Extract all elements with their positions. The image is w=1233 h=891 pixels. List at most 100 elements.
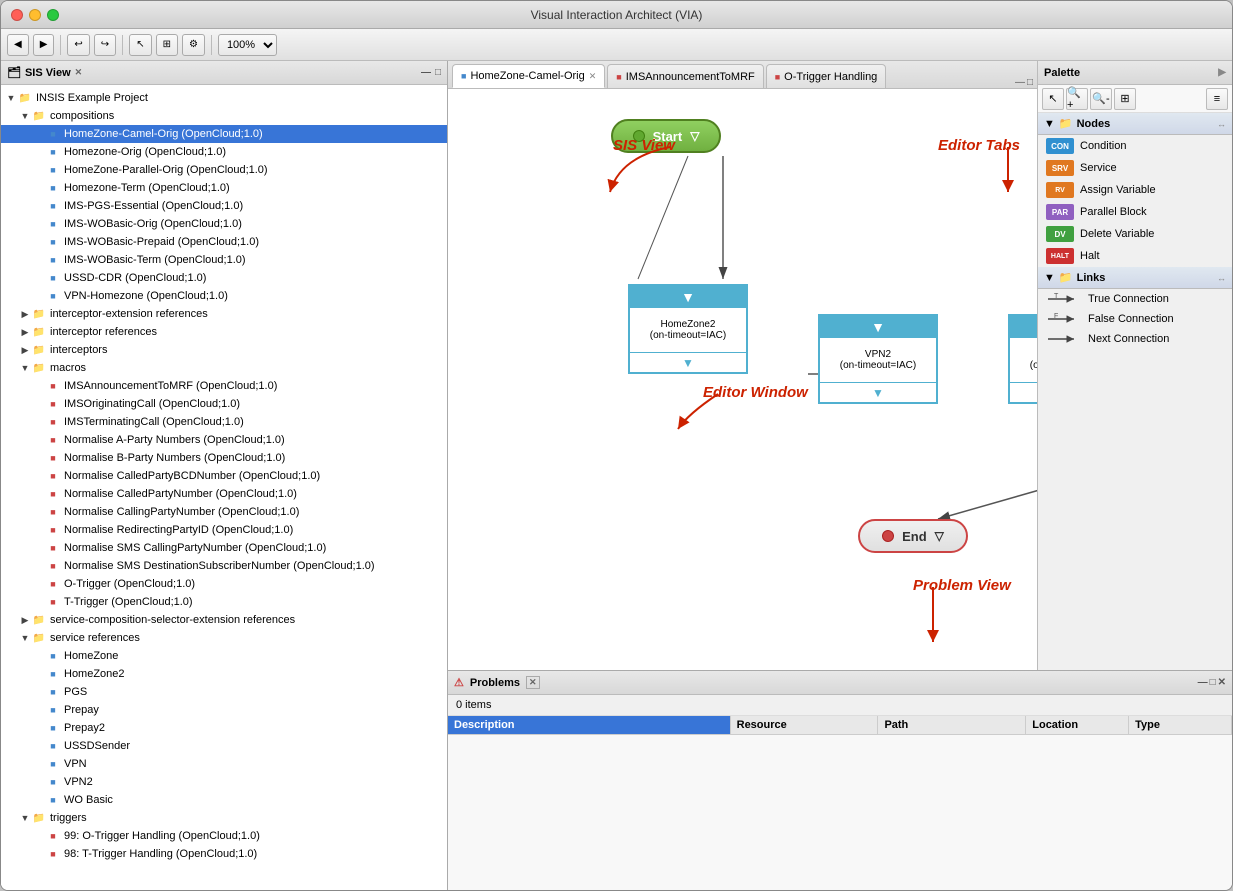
node-prepay2[interactable]: ▼ Prepay2 (on-timeout=IAC) ▼ (1008, 314, 1037, 404)
col-resource[interactable]: Resource (731, 716, 879, 734)
tree-item-homezone-orig[interactable]: ■ Homezone-Orig (OpenCloud;1.0) (1, 143, 447, 161)
problems-tab-close[interactable]: ✕ (526, 676, 540, 689)
tree-o-trigger-handling[interactable]: ■ 99: O-Trigger Handling (OpenCloud;1.0) (1, 827, 447, 845)
node-prepay2-sub: (on-timeout=IAC) (1030, 360, 1037, 371)
window-controls (11, 9, 59, 21)
palette-zoom-out-tool[interactable]: 🔍- (1090, 88, 1112, 110)
node-homezone2[interactable]: ▼ HomeZone2 (on-timeout=IAC) ▼ (628, 284, 748, 374)
tree-root[interactable]: ▼ 📁 INSIS Example Project (1, 89, 447, 107)
tree-item-ims-wobasic-prepaid[interactable]: ■ IMS-WOBasic-Prepaid (OpenCloud;1.0) (1, 233, 447, 251)
tree-item-homezone-term[interactable]: ■ Homezone-Term (OpenCloud;1.0) (1, 179, 447, 197)
node-vpn2[interactable]: ▼ VPN2 (on-timeout=IAC) ▼ (818, 314, 938, 404)
tree-item-ims-wobasic-orig[interactable]: ■ IMS-WOBasic-Orig (OpenCloud;1.0) (1, 215, 447, 233)
tree-norm-sms-dest[interactable]: ■ Normalise SMS DestinationSubscriberNum… (1, 557, 447, 575)
toolbar-settings[interactable]: ⚙ (182, 34, 205, 56)
tree-triggers[interactable]: ▼ 📁 triggers (1, 809, 447, 827)
tab-ims-ann[interactable]: ■ IMSAnnouncementToMRF (607, 64, 763, 88)
tree-norm-calling[interactable]: ■ Normalise CallingPartyNumber (OpenClou… (1, 503, 447, 521)
col-type[interactable]: Type (1129, 716, 1232, 734)
tree-interceptor-ext[interactable]: ▶ 📁 interceptor-extension references (1, 305, 447, 323)
toolbar-back[interactable]: ◀ (7, 34, 29, 56)
sis-minimize-btn[interactable]: — (421, 67, 431, 78)
node-homezone2-footer-arrow: ▼ (682, 356, 694, 370)
tree-compositions[interactable]: ▼ 📁 compositions (1, 107, 447, 125)
tree-item-homezone-camel[interactable]: ■ HomeZone-Camel-Orig (OpenCloud;1.0) (1, 125, 447, 143)
tree-o-trigger[interactable]: ■ O-Trigger (OpenCloud;1.0) (1, 575, 447, 593)
tab-homezone-camel[interactable]: ■ HomeZone-Camel-Orig ✕ (452, 64, 605, 88)
tree-norm-called[interactable]: ■ Normalise CalledPartyNumber (OpenCloud… (1, 485, 447, 503)
tree-item-ims-pgs[interactable]: ■ IMS-PGS-Essential (OpenCloud;1.0) (1, 197, 447, 215)
toolbar-undo[interactable]: ↩ (67, 34, 89, 56)
tab-o-trigger[interactable]: ■ O-Trigger Handling (766, 64, 887, 88)
problems-close-btn[interactable]: ✕ (1218, 677, 1226, 688)
col-path[interactable]: Path (878, 716, 1026, 734)
palette-false-conn[interactable]: F False Connection (1038, 309, 1232, 329)
tree-ims-term[interactable]: ■ IMSTerminatingCall (OpenCloud;1.0) (1, 413, 447, 431)
end-label: End (902, 529, 927, 544)
end-dropdown-icon[interactable]: ▽ (935, 529, 944, 543)
tree-svc-homezone[interactable]: ■ HomeZone (1, 647, 447, 665)
tree-item-ussd[interactable]: ■ USSD-CDR (OpenCloud;1.0) (1, 269, 447, 287)
close-button[interactable] (11, 9, 23, 21)
links-section-header[interactable]: ▼ 📁 Links ↔ (1038, 267, 1232, 289)
palette-expand-btn[interactable]: ▶ (1218, 67, 1226, 78)
palette-condition[interactable]: CON Condition (1038, 135, 1232, 157)
palette-select-tool[interactable]: ↖ (1042, 88, 1064, 110)
tree-interceptor-ref[interactable]: ▶ 📁 interceptor references (1, 323, 447, 341)
end-node[interactable]: End ▽ (858, 519, 968, 553)
tree-svc-prepay[interactable]: ■ Prepay (1, 701, 447, 719)
tree-norm-redir[interactable]: ■ Normalise RedirectingPartyID (OpenClou… (1, 521, 447, 539)
zoom-select[interactable]: 100% (218, 34, 277, 56)
minimize-button[interactable] (29, 9, 41, 21)
tree-norm-sms-calling[interactable]: ■ Normalise SMS CallingPartyNumber (Open… (1, 539, 447, 557)
tree-service-refs[interactable]: ▼ 📁 service references (1, 629, 447, 647)
tree-svc-vpn2[interactable]: ■ VPN2 (1, 773, 447, 791)
tree-svc-homezone2[interactable]: ■ HomeZone2 (1, 665, 447, 683)
palette-options-btn[interactable]: ≡ (1206, 88, 1228, 110)
tree-t-trigger[interactable]: ■ T-Trigger (OpenCloud;1.0) (1, 593, 447, 611)
toolbar-redo[interactable]: ↪ (94, 34, 116, 56)
tree-norm-bcd[interactable]: ■ Normalise CalledPartyBCDNumber (OpenCl… (1, 467, 447, 485)
palette-true-conn[interactable]: T True Connection (1038, 289, 1232, 309)
next-conn-icon (1046, 332, 1082, 346)
palette-title: Palette (1044, 67, 1080, 79)
start-dropdown-icon[interactable]: ▽ (690, 129, 699, 143)
palette-service[interactable]: SRV Service (1038, 157, 1232, 179)
toolbar-grid[interactable]: ⊞ (156, 34, 178, 56)
tree-interceptors[interactable]: ▶ 📁 interceptors (1, 341, 447, 359)
tree-svc-prepay2[interactable]: ■ Prepay2 (1, 719, 447, 737)
tree-svc-pgs[interactable]: ■ PGS (1, 683, 447, 701)
tree-svc-wobasic[interactable]: ■ WO Basic (1, 791, 447, 809)
tab1-close[interactable]: ✕ (589, 71, 597, 82)
problems-max-btn[interactable]: □ (1210, 677, 1216, 688)
tree-norm-a[interactable]: ■ Normalise A-Party Numbers (OpenCloud;1… (1, 431, 447, 449)
tree-macros[interactable]: ▼ 📁 macros (1, 359, 447, 377)
tree-item-homezone-par[interactable]: ■ HomeZone-Parallel-Orig (OpenCloud;1.0) (1, 161, 447, 179)
tree-svc-vpn[interactable]: ■ VPN (1, 755, 447, 773)
palette-parallel[interactable]: PAR Parallel Block (1038, 201, 1232, 223)
editor-min-btn[interactable]: — (1015, 77, 1025, 88)
nodes-section-header[interactable]: ▼ 📁 Nodes ↔ (1038, 113, 1232, 135)
palette-delete-var[interactable]: DV Delete Variable (1038, 223, 1232, 245)
sis-maximize-btn[interactable]: □ (435, 67, 441, 78)
tree-svc-ussdsender[interactable]: ■ USSDSender (1, 737, 447, 755)
palette-zoom-in-tool[interactable]: 🔍+ (1066, 88, 1088, 110)
palette-grid-tool[interactable]: ⊞ (1114, 88, 1136, 110)
tree-item-vpn-homezone[interactable]: ■ VPN-Homezone (OpenCloud;1.0) (1, 287, 447, 305)
maximize-button[interactable] (47, 9, 59, 21)
toolbar-forward[interactable]: ▶ (33, 34, 55, 56)
palette-halt[interactable]: HALT Halt (1038, 245, 1232, 267)
palette-next-conn[interactable]: Next Connection (1038, 329, 1232, 349)
col-location[interactable]: Location (1026, 716, 1129, 734)
editor-max-btn[interactable]: □ (1027, 77, 1033, 88)
tree-scs-ext[interactable]: ▶ 📁 service-composition-selector-extensi… (1, 611, 447, 629)
toolbar-select[interactable]: ↖ (129, 34, 151, 56)
tree-ims-ann[interactable]: ■ IMSAnnouncementToMRF (OpenCloud;1.0) (1, 377, 447, 395)
tree-ims-orig[interactable]: ■ IMSOriginatingCall (OpenCloud;1.0) (1, 395, 447, 413)
palette-assign-variable[interactable]: RV Assign Variable (1038, 179, 1232, 201)
tree-t-trigger-handling[interactable]: ■ 98: T-Trigger Handling (OpenCloud;1.0) (1, 845, 447, 863)
col-description[interactable]: Description (448, 716, 731, 734)
problems-min-btn[interactable]: — (1198, 677, 1208, 688)
tree-norm-b[interactable]: ■ Normalise B-Party Numbers (OpenCloud;1… (1, 449, 447, 467)
tree-item-ims-wobasic-term[interactable]: ■ IMS-WOBasic-Term (OpenCloud;1.0) (1, 251, 447, 269)
